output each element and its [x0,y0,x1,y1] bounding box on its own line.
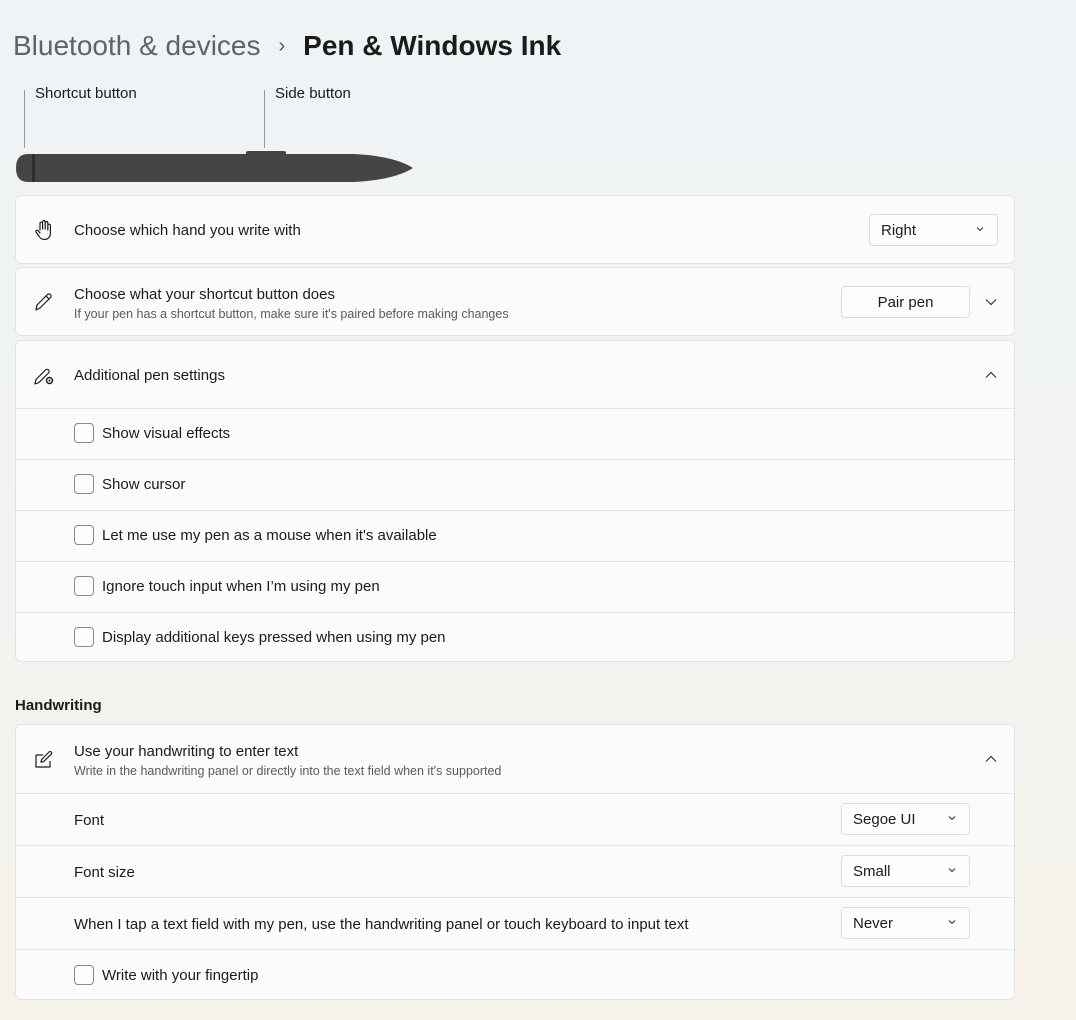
shortcut-setting-subtitle: If your pen has a shortcut button, make … [74,307,509,321]
show-cursor-checkbox[interactable] [74,474,94,494]
hand-dropdown[interactable]: Right [869,214,998,246]
font-size-dropdown[interactable]: Small [841,855,970,887]
breadcrumb-chevron-icon: › [278,35,286,57]
ignore-touch-checkbox[interactable] [74,576,94,596]
font-dropdown-value: Segoe UI [853,810,916,828]
handwriting-icon [35,750,53,768]
chevron-down-icon [948,868,956,873]
pen-diagram: Shortcut button Side button [14,82,434,186]
font-size-dropdown-value: Small [853,862,891,880]
chevron-down-icon [948,816,956,821]
divider [16,949,1014,950]
pair-pen-button[interactable]: Pair pen [841,286,970,318]
additional-pen-settings-card: Additional pen settings Show visual effe… [15,340,1015,662]
tap-text-field-dropdown[interactable]: Never [841,907,970,939]
handwriting-header[interactable]: Use your handwriting to enter text Write… [16,725,1014,793]
font-dropdown[interactable]: Segoe UI [841,803,970,835]
tap-text-field-label: When I tap a text field with my pen, use… [74,916,689,933]
breadcrumb: Bluetooth & devices › Pen & Windows Ink [13,28,561,64]
show-visual-effects-checkbox[interactable] [74,423,94,443]
divider [16,459,1014,460]
handwriting-title: Use your handwriting to enter text [74,743,299,760]
divider [16,845,1014,846]
shortcut-setting-card[interactable]: Choose what your shortcut button does If… [15,267,1015,336]
pen-as-mouse-checkbox[interactable] [74,525,94,545]
display-keys-checkbox[interactable] [74,627,94,647]
pen-icon [35,293,52,311]
divider [16,793,1014,794]
hand-setting-card: Choose which hand you write with Right [15,195,1015,264]
display-keys-label: Display additional keys pressed when usi… [102,629,446,646]
pen-image [16,151,413,182]
divider [16,612,1014,613]
shortcut-setting-title: Choose what your shortcut button does [74,286,335,303]
chevron-up-icon[interactable] [984,752,998,766]
show-cursor-label: Show cursor [102,476,186,493]
page-title: Pen & Windows Ink [303,30,562,61]
font-label: Font [74,812,105,829]
chevron-down-icon [948,920,956,925]
additional-pen-settings-title: Additional pen settings [74,367,225,384]
font-size-label: Font size [74,864,135,881]
additional-pen-settings-header[interactable]: Additional pen settings [16,341,1014,408]
pen-as-mouse-label: Let me use my pen as a mouse when it's a… [102,527,437,544]
breadcrumb-parent-link[interactable]: Bluetooth & devices [13,28,261,64]
write-with-fingertip-checkbox[interactable] [74,965,94,985]
hand-setting-title: Choose which hand you write with [74,222,301,239]
divider [16,408,1014,409]
pen-settings-icon [34,368,54,385]
show-visual-effects-label: Show visual effects [102,425,231,442]
divider [16,561,1014,562]
divider [16,510,1014,511]
chevron-down-icon [976,227,984,232]
hand-icon [35,219,51,241]
chevron-down-icon[interactable] [984,295,998,309]
ignore-touch-label: Ignore touch input when I’m using my pen [102,578,380,595]
write-with-fingertip-label: Write with your fingertip [102,967,259,984]
divider [16,897,1014,898]
handwriting-subtitle: Write in the handwriting panel or direct… [74,764,502,778]
handwriting-card: Use your handwriting to enter text Write… [15,724,1015,1000]
handwriting-section-title: Handwriting [15,697,102,714]
chevron-up-icon[interactable] [984,368,998,382]
tap-text-field-dropdown-value: Never [853,914,894,932]
hand-dropdown-value: Right [881,221,917,239]
